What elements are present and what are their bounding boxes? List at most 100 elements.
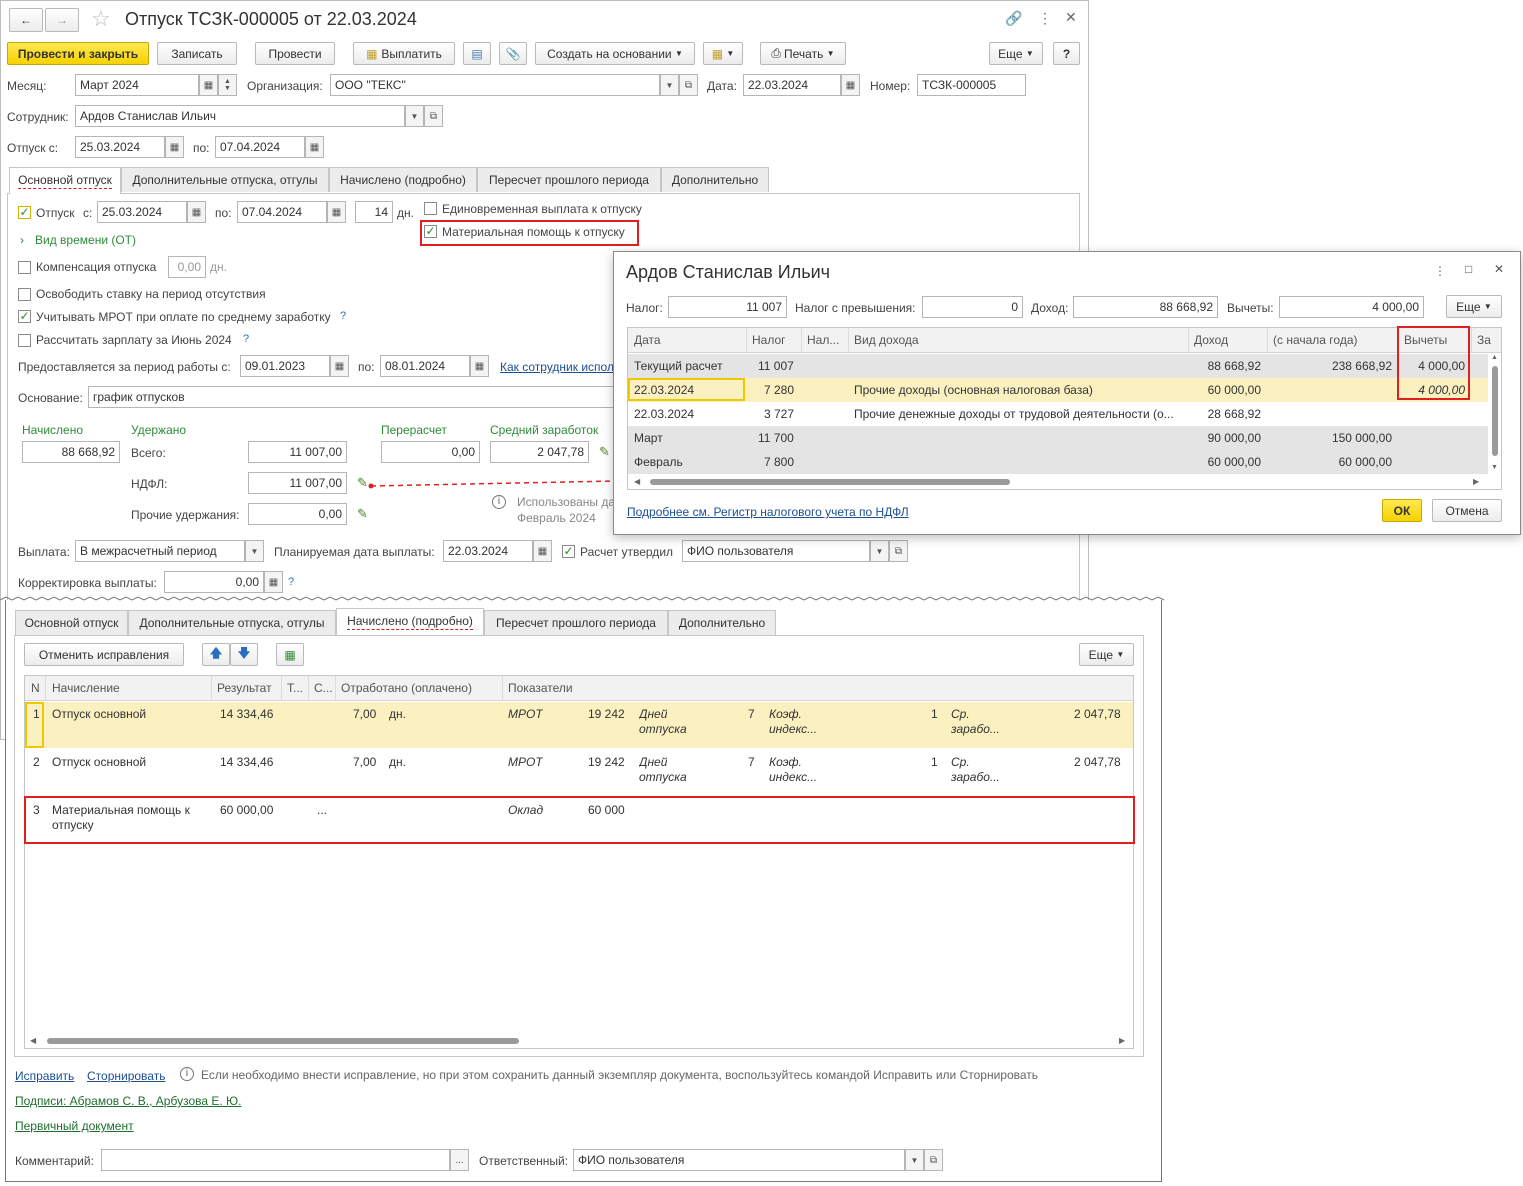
tab-additional-leaves[interactable]: Дополнительные отпуска, отгулы — [121, 167, 329, 192]
col-accrual[interactable]: Начисление — [52, 681, 120, 695]
tab-recalc-past[interactable]: Пересчет прошлого периода — [477, 167, 661, 192]
signatures-link[interactable]: Подписи: Абрамов С. В., Арбузова Е. Ю. — [15, 1094, 242, 1108]
tab-additional[interactable]: Дополнительно — [661, 167, 769, 192]
fix-link[interactable]: Исправить — [15, 1069, 74, 1083]
pcol-date[interactable]: Дата — [634, 333, 661, 347]
grid-hscrollbar[interactable]: ◀ ▶ — [25, 1034, 1133, 1048]
popup-vscrollbar[interactable]: ▲ ▼ — [1489, 354, 1501, 474]
correction-field[interactable]: 0,00 — [164, 571, 264, 593]
other-field[interactable]: 0,00 — [248, 503, 347, 525]
pcol-ytd[interactable]: (с начала года) — [1273, 333, 1358, 347]
leave-to-calendar-icon[interactable]: ▦ — [305, 136, 324, 158]
lower-tab-additional[interactable]: Дополнительно — [668, 610, 776, 635]
calc-salary-checkbox[interactable] — [18, 334, 31, 347]
payout-field[interactable]: В межрасчетный период — [75, 540, 245, 562]
employee-link[interactable]: Как сотрудник испол — [500, 360, 614, 374]
approved-dropdown-icon[interactable]: ▼ — [870, 540, 889, 562]
add-table-button[interactable]: ▦ — [276, 643, 304, 666]
attach-button[interactable]: 📎 — [499, 42, 527, 65]
pcol-income[interactable]: Доход — [1194, 333, 1228, 347]
employee-dropdown-icon[interactable]: ▼ — [405, 105, 424, 127]
scroll-thumb[interactable] — [47, 1038, 519, 1044]
post-close-button[interactable]: Провести и закрыть — [7, 42, 149, 65]
popup-more-vert-icon[interactable]: ⋮ — [1434, 264, 1446, 278]
chevron-right-icon[interactable]: › — [20, 233, 24, 247]
planned-field[interactable]: 22.03.2024 — [443, 540, 533, 562]
lower-tab-recalc-past[interactable]: Пересчет прошлого периода — [484, 610, 668, 635]
approved-checkbox[interactable]: ✓ — [562, 545, 575, 558]
compensation-field[interactable]: 0,00 — [168, 256, 206, 278]
col-indicators[interactable]: Показатели — [508, 681, 573, 695]
org-field[interactable]: ООО "ТЕКС" — [330, 74, 660, 96]
link-icon[interactable]: 🔗 — [1005, 10, 1022, 27]
month-spinner[interactable]: ▲ ▼ — [218, 74, 237, 96]
pay-button[interactable]: ▦ Выплатить — [353, 42, 455, 65]
mrot-help-icon[interactable]: ? — [340, 310, 346, 322]
compensation-checkbox[interactable] — [18, 261, 31, 274]
recalc-field[interactable]: 0,00 — [381, 441, 480, 463]
table-row[interactable]: 1 Отпуск основной 14 334,46 7,00 дн. МРО… — [25, 702, 1133, 748]
tab-accrued-detailed[interactable]: Начислено (подробно) — [329, 167, 477, 192]
approved-field[interactable]: ФИО пользователя — [682, 540, 870, 562]
col-result[interactable]: Результат — [217, 681, 272, 695]
back-button[interactable]: ← — [9, 8, 43, 32]
pcol-tax2[interactable]: Нал... — [807, 333, 839, 347]
more-button[interactable]: Еще ▼ — [989, 42, 1043, 65]
vac-from-calendar-icon[interactable]: ▦ — [187, 201, 206, 223]
employee-open-icon[interactable]: ⧉ — [424, 105, 443, 127]
period-from-field[interactable]: 09.01.2023 — [240, 355, 330, 377]
cancel-button[interactable]: Отмена — [1432, 499, 1502, 522]
move-up-button[interactable]: 🡅 — [202, 643, 230, 666]
col-n[interactable]: N — [31, 681, 40, 695]
pcol-tax[interactable]: Налог — [752, 333, 786, 347]
vac-to-field[interactable]: 07.04.2024 — [237, 201, 327, 223]
vscroll-thumb[interactable] — [1492, 366, 1498, 456]
popup-hscrollbar[interactable]: ◀ ▶ — [628, 476, 1488, 489]
ok-button[interactable]: ОК — [1382, 499, 1422, 522]
leave-to-field[interactable]: 07.04.2024 — [215, 136, 305, 158]
vacation-checkbox[interactable]: ✓ — [18, 206, 31, 219]
popup-row[interactable]: 22.03.2024 7 280 Прочие доходы (основная… — [628, 378, 1488, 402]
favorite-star-icon[interactable]: ☆ — [91, 6, 111, 32]
number-field[interactable]: ТСЗК-000005 — [917, 74, 1026, 96]
month-field[interactable]: Март 2024 — [75, 74, 199, 96]
more-vert-icon[interactable]: ⋮ — [1038, 10, 1052, 27]
post-button[interactable]: Провести — [255, 42, 335, 65]
approved-open-icon[interactable]: ⧉ — [889, 540, 908, 562]
cancel-fix-button[interactable]: Отменить исправления — [24, 643, 184, 666]
date-calendar-icon[interactable]: ▦ — [841, 74, 860, 96]
correction-calc-icon[interactable]: ▦ — [264, 571, 283, 593]
pcol-kind[interactable]: Вид дохода — [854, 333, 919, 347]
mat-help-checkbox[interactable]: ✓ — [424, 225, 437, 238]
move-down-button[interactable]: 🡇 — [230, 643, 258, 666]
tax-field[interactable]: 11 007 — [668, 296, 787, 318]
popup-more-button[interactable]: Еще ▼ — [1446, 295, 1502, 318]
popup-row[interactable]: Текущий расчет 11 007 88 668,92 238 668,… — [628, 354, 1488, 378]
planned-calendar-icon[interactable]: ▦ — [533, 540, 552, 562]
date-field[interactable]: 22.03.2024 — [743, 74, 841, 96]
lower-more-button[interactable]: Еще ▼ — [1079, 643, 1134, 666]
popup-row[interactable]: 22.03.2024 3 727 Прочие денежные доходы … — [628, 402, 1488, 426]
one-time-checkbox[interactable] — [424, 202, 437, 215]
avg-field[interactable]: 2 047,78 — [490, 441, 589, 463]
other-edit-icon[interactable]: ✎ — [357, 506, 368, 522]
responsible-field[interactable]: ФИО пользователя — [573, 1149, 905, 1171]
calc-help-icon[interactable]: ? — [243, 333, 249, 345]
payout-dropdown-icon[interactable]: ▼ — [245, 540, 264, 562]
accrued-field[interactable]: 88 668,92 — [22, 441, 120, 463]
vac-to-calendar-icon[interactable]: ▦ — [327, 201, 346, 223]
lower-tab-additional-leaves[interactable]: Дополнительные отпуска, отгулы — [128, 610, 336, 635]
print-button[interactable]: ⎙ Печать ▼ — [760, 42, 846, 65]
register-link[interactable]: Подробнее см. Регистр налогового учета п… — [627, 505, 909, 519]
responsible-dropdown-icon[interactable]: ▼ — [905, 1149, 924, 1171]
org-dropdown-icon[interactable]: ▼ — [660, 74, 679, 96]
tax-over-field[interactable]: 0 — [922, 296, 1023, 318]
col-s[interactable]: С... — [314, 681, 333, 695]
avg-edit-icon[interactable]: ✎ — [599, 444, 610, 460]
popup-row[interactable]: Февраль 7 800 60 000,00 60 000,00 — [628, 450, 1488, 474]
mrot-checkbox[interactable]: ✓ — [18, 310, 31, 323]
time-kind-link[interactable]: Вид времени (ОТ) — [35, 233, 136, 247]
table-row[interactable]: 2 Отпуск основной 14 334,46 7,00 дн. МРО… — [25, 750, 1133, 796]
save-button[interactable]: Записать — [157, 42, 237, 65]
col-t[interactable]: Т... — [287, 681, 303, 695]
